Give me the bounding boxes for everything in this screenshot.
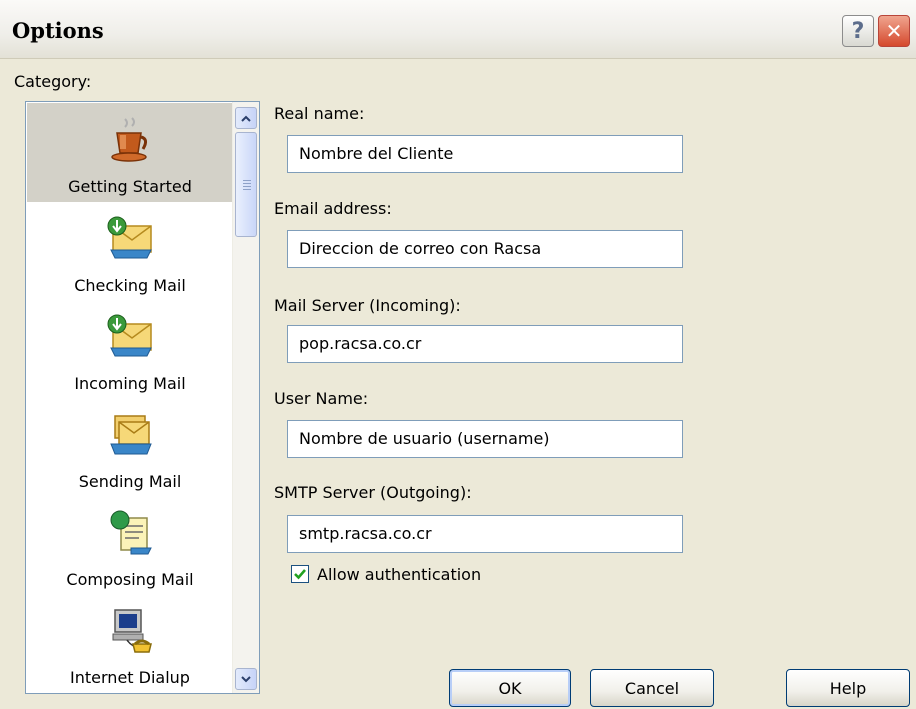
email-label: Email address: <box>274 199 392 218</box>
coffee-cup-icon <box>111 117 148 162</box>
real-name-label: Real name: <box>274 104 365 123</box>
category-item-label: Incoming Mail <box>74 374 186 393</box>
category-item-incoming-mail[interactable]: Incoming Mail <box>27 300 233 399</box>
compose-document-icon <box>110 510 152 555</box>
category-item-label: Getting Started <box>68 177 192 196</box>
category-item-internet-dialup[interactable]: Internet Dialup <box>27 594 233 693</box>
title-bar[interactable]: Options ? ✕ <box>0 0 916 59</box>
allow-authentication-label[interactable]: Allow authentication <box>317 565 481 584</box>
ok-button[interactable]: OK <box>449 669 571 707</box>
checkmark-icon <box>294 569 306 580</box>
scroll-thumb[interactable] <box>235 132 257 237</box>
window-title: Options <box>12 18 104 43</box>
smtp-server-input[interactable]: smtp.racsa.co.cr <box>287 515 683 553</box>
category-scrollbar[interactable] <box>232 102 259 693</box>
email-input[interactable]: Direccion de correo con Racsa <box>287 230 683 268</box>
username-input[interactable]: Nombre de usuario (username) <box>287 420 683 458</box>
smtp-server-label: SMTP Server (Outgoing): <box>274 483 472 502</box>
category-label: Category: <box>14 72 92 91</box>
category-item-sending-mail[interactable]: Sending Mail <box>27 398 233 497</box>
title-help-button[interactable]: ? <box>842 15 874 47</box>
cancel-button[interactable]: Cancel <box>590 669 714 707</box>
username-label: User Name: <box>274 389 369 408</box>
outbox-icon <box>110 415 152 455</box>
computer-phone-icon <box>112 609 152 653</box>
chevron-up-icon <box>241 115 251 122</box>
chevron-down-icon <box>241 675 251 682</box>
incoming-server-input[interactable]: pop.racsa.co.cr <box>287 325 683 363</box>
category-item-label: Composing Mail <box>66 570 194 589</box>
scroll-down-button[interactable] <box>235 668 257 690</box>
scroll-up-button[interactable] <box>235 107 257 129</box>
close-button[interactable]: ✕ <box>878 15 910 47</box>
incoming-server-label: Mail Server (Incoming): <box>274 296 461 315</box>
incoming-mail-icon <box>107 314 152 357</box>
category-item-label: Checking Mail <box>74 276 186 295</box>
download-mail-icon <box>107 216 152 259</box>
category-item-label: Internet Dialup <box>70 668 190 687</box>
category-list[interactable]: Getting Started Checking Mail Incoming M <box>25 101 260 694</box>
real-name-input[interactable]: Nombre del Cliente <box>287 135 683 173</box>
category-item-getting-started[interactable]: Getting Started <box>27 103 233 202</box>
category-item-label: Sending Mail <box>78 472 182 491</box>
allow-authentication-checkbox[interactable] <box>291 565 309 583</box>
category-item-checking-mail[interactable]: Checking Mail <box>27 202 233 301</box>
help-button[interactable]: Help <box>786 669 910 707</box>
category-item-composing-mail[interactable]: Composing Mail <box>27 496 233 595</box>
